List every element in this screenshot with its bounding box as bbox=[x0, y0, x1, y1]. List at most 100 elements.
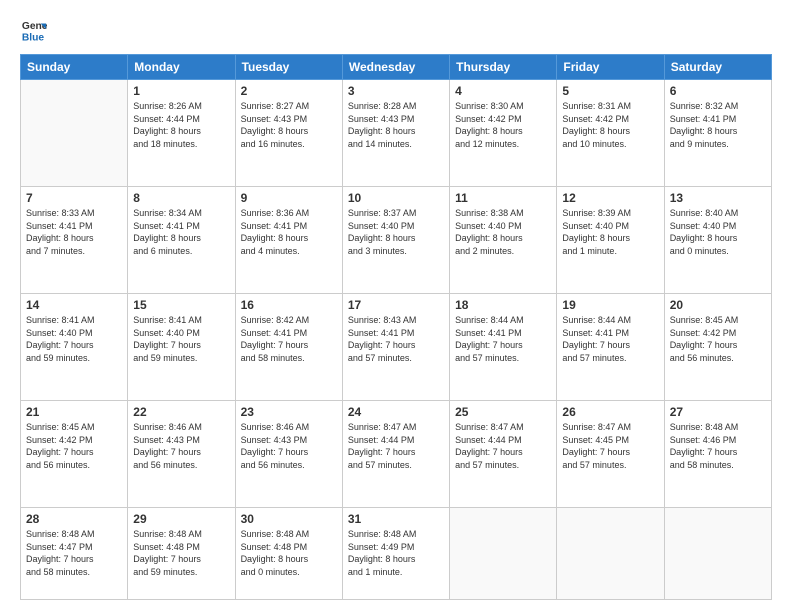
cell-info: Sunrise: 8:48 AM Sunset: 4:46 PM Dayligh… bbox=[670, 421, 766, 471]
day-number: 16 bbox=[241, 298, 337, 312]
calendar-cell: 13Sunrise: 8:40 AM Sunset: 4:40 PM Dayli… bbox=[664, 187, 771, 294]
day-number: 30 bbox=[241, 512, 337, 526]
cell-info: Sunrise: 8:45 AM Sunset: 4:42 PM Dayligh… bbox=[670, 314, 766, 364]
day-number: 2 bbox=[241, 84, 337, 98]
calendar-table: SundayMondayTuesdayWednesdayThursdayFrid… bbox=[20, 54, 772, 600]
week-row-2: 7 Sunrise: 8:33 AM Sunset: 4:41 PM Daylig… bbox=[21, 187, 772, 294]
weekday-header-monday: Monday bbox=[128, 55, 235, 80]
day-number: 29 bbox=[133, 512, 229, 526]
day-number: 6 bbox=[670, 84, 766, 98]
week-row-5: 28 Sunrise: 8:48 AM Sunset: 4:47 PM Dayli… bbox=[21, 508, 772, 600]
day-number: 28 bbox=[26, 512, 122, 526]
day-number: 20 bbox=[670, 298, 766, 312]
cell-info: Sunrise: 8:30 AM Sunset: 4:42 PM Dayligh… bbox=[455, 100, 551, 150]
calendar-cell: 17Sunrise: 8:43 AM Sunset: 4:41 PM Dayli… bbox=[342, 294, 449, 401]
cell-info: Sunrise: 8:46 AM Sunset: 4:43 PM Dayligh… bbox=[241, 421, 337, 471]
cell-info: Sunrise: 8:44 AM Sunset: 4:41 PM Dayligh… bbox=[455, 314, 551, 364]
day-number: 19 bbox=[562, 298, 658, 312]
calendar-cell: 14 Sunrise: 8:41 AM Sunset: 4:40 PM Dayli… bbox=[21, 294, 128, 401]
calendar-cell: 16Sunrise: 8:42 AM Sunset: 4:41 PM Dayli… bbox=[235, 294, 342, 401]
cell-info: Sunrise: 8:45 AM Sunset: 4:42 PM Dayligh… bbox=[26, 421, 122, 471]
cell-info: Sunrise: 8:34 AM Sunset: 4:41 PM Dayligh… bbox=[133, 207, 229, 257]
cell-info: Sunrise: 8:27 AM Sunset: 4:43 PM Dayligh… bbox=[241, 100, 337, 150]
cell-info: Sunrise: 8:47 AM Sunset: 4:44 PM Dayligh… bbox=[455, 421, 551, 471]
day-number: 12 bbox=[562, 191, 658, 205]
calendar-cell: 22Sunrise: 8:46 AM Sunset: 4:43 PM Dayli… bbox=[128, 401, 235, 508]
weekday-header-friday: Friday bbox=[557, 55, 664, 80]
calendar-cell: 4 Sunrise: 8:30 AM Sunset: 4:42 PM Daylig… bbox=[450, 80, 557, 187]
weekday-header-tuesday: Tuesday bbox=[235, 55, 342, 80]
cell-info: Sunrise: 8:33 AM Sunset: 4:41 PM Dayligh… bbox=[26, 207, 122, 257]
calendar-cell: 7 Sunrise: 8:33 AM Sunset: 4:41 PM Daylig… bbox=[21, 187, 128, 294]
cell-info: Sunrise: 8:48 AM Sunset: 4:48 PM Dayligh… bbox=[133, 528, 229, 578]
calendar-cell: 2 Sunrise: 8:27 AM Sunset: 4:43 PM Daylig… bbox=[235, 80, 342, 187]
cell-info: Sunrise: 8:46 AM Sunset: 4:43 PM Dayligh… bbox=[133, 421, 229, 471]
cell-info: Sunrise: 8:31 AM Sunset: 4:42 PM Dayligh… bbox=[562, 100, 658, 150]
calendar-cell: 26Sunrise: 8:47 AM Sunset: 4:45 PM Dayli… bbox=[557, 401, 664, 508]
calendar-cell: 20 Sunrise: 8:45 AM Sunset: 4:42 PM Dayli… bbox=[664, 294, 771, 401]
day-number: 1 bbox=[133, 84, 229, 98]
day-number: 8 bbox=[133, 191, 229, 205]
day-number: 7 bbox=[26, 191, 122, 205]
cell-info: Sunrise: 8:39 AM Sunset: 4:40 PM Dayligh… bbox=[562, 207, 658, 257]
day-number: 17 bbox=[348, 298, 444, 312]
calendar-cell: 6 Sunrise: 8:32 AM Sunset: 4:41 PM Daylig… bbox=[664, 80, 771, 187]
calendar-cell: 12 Sunrise: 8:39 AM Sunset: 4:40 PM Dayli… bbox=[557, 187, 664, 294]
day-number: 25 bbox=[455, 405, 551, 419]
calendar-cell: 5 Sunrise: 8:31 AM Sunset: 4:42 PM Daylig… bbox=[557, 80, 664, 187]
week-row-4: 21 Sunrise: 8:45 AM Sunset: 4:42 PM Dayli… bbox=[21, 401, 772, 508]
day-number: 26 bbox=[562, 405, 658, 419]
calendar-cell bbox=[557, 508, 664, 600]
calendar-cell: 19 Sunrise: 8:44 AM Sunset: 4:41 PM Dayli… bbox=[557, 294, 664, 401]
page-header: General Blue bbox=[20, 16, 772, 44]
weekday-header-wednesday: Wednesday bbox=[342, 55, 449, 80]
calendar-cell: 21 Sunrise: 8:45 AM Sunset: 4:42 PM Dayli… bbox=[21, 401, 128, 508]
cell-info: Sunrise: 8:41 AM Sunset: 4:40 PM Dayligh… bbox=[26, 314, 122, 364]
day-number: 18 bbox=[455, 298, 551, 312]
cell-info: Sunrise: 8:48 AM Sunset: 4:47 PM Dayligh… bbox=[26, 528, 122, 578]
cell-info: Sunrise: 8:40 AM Sunset: 4:40 PM Dayligh… bbox=[670, 207, 766, 257]
day-number: 4 bbox=[455, 84, 551, 98]
calendar-cell: 18 Sunrise: 8:44 AM Sunset: 4:41 PM Dayli… bbox=[450, 294, 557, 401]
day-number: 23 bbox=[241, 405, 337, 419]
cell-info: Sunrise: 8:41 AM Sunset: 4:40 PM Dayligh… bbox=[133, 314, 229, 364]
calendar-cell: 27Sunrise: 8:48 AM Sunset: 4:46 PM Dayli… bbox=[664, 401, 771, 508]
calendar-cell: 3 Sunrise: 8:28 AM Sunset: 4:43 PM Daylig… bbox=[342, 80, 449, 187]
calendar-cell: 25 Sunrise: 8:47 AM Sunset: 4:44 PM Dayli… bbox=[450, 401, 557, 508]
cell-info: Sunrise: 8:32 AM Sunset: 4:41 PM Dayligh… bbox=[670, 100, 766, 150]
day-number: 21 bbox=[26, 405, 122, 419]
calendar-cell: 11Sunrise: 8:38 AM Sunset: 4:40 PM Dayli… bbox=[450, 187, 557, 294]
weekday-header-sunday: Sunday bbox=[21, 55, 128, 80]
logo: General Blue bbox=[20, 16, 48, 44]
cell-info: Sunrise: 8:48 AM Sunset: 4:48 PM Dayligh… bbox=[241, 528, 337, 578]
svg-text:Blue: Blue bbox=[22, 32, 45, 43]
day-number: 5 bbox=[562, 84, 658, 98]
calendar-cell: 31 Sunrise: 8:48 AM Sunset: 4:49 PM Dayli… bbox=[342, 508, 449, 600]
calendar-cell bbox=[21, 80, 128, 187]
calendar-cell: 23 Sunrise: 8:46 AM Sunset: 4:43 PM Dayli… bbox=[235, 401, 342, 508]
day-number: 15 bbox=[133, 298, 229, 312]
cell-info: Sunrise: 8:48 AM Sunset: 4:49 PM Dayligh… bbox=[348, 528, 444, 578]
calendar-cell: 29 Sunrise: 8:48 AM Sunset: 4:48 PM Dayli… bbox=[128, 508, 235, 600]
calendar-cell: 24 Sunrise: 8:47 AM Sunset: 4:44 PM Dayli… bbox=[342, 401, 449, 508]
weekday-header-thursday: Thursday bbox=[450, 55, 557, 80]
calendar-cell: 10Sunrise: 8:37 AM Sunset: 4:40 PM Dayli… bbox=[342, 187, 449, 294]
day-number: 24 bbox=[348, 405, 444, 419]
cell-info: Sunrise: 8:28 AM Sunset: 4:43 PM Dayligh… bbox=[348, 100, 444, 150]
calendar-cell: 1Sunrise: 8:26 AM Sunset: 4:44 PM Daylig… bbox=[128, 80, 235, 187]
calendar-cell bbox=[664, 508, 771, 600]
calendar-cell bbox=[450, 508, 557, 600]
day-number: 3 bbox=[348, 84, 444, 98]
week-row-3: 14 Sunrise: 8:41 AM Sunset: 4:40 PM Dayli… bbox=[21, 294, 772, 401]
cell-info: Sunrise: 8:47 AM Sunset: 4:44 PM Dayligh… bbox=[348, 421, 444, 471]
cell-info: Sunrise: 8:44 AM Sunset: 4:41 PM Dayligh… bbox=[562, 314, 658, 364]
cell-info: Sunrise: 8:38 AM Sunset: 4:40 PM Dayligh… bbox=[455, 207, 551, 257]
weekday-header-saturday: Saturday bbox=[664, 55, 771, 80]
calendar-cell: 30 Sunrise: 8:48 AM Sunset: 4:48 PM Dayli… bbox=[235, 508, 342, 600]
logo-icon: General Blue bbox=[20, 16, 48, 44]
weekday-header-row: SundayMondayTuesdayWednesdayThursdayFrid… bbox=[21, 55, 772, 80]
day-number: 9 bbox=[241, 191, 337, 205]
day-number: 14 bbox=[26, 298, 122, 312]
day-number: 31 bbox=[348, 512, 444, 526]
day-number: 10 bbox=[348, 191, 444, 205]
